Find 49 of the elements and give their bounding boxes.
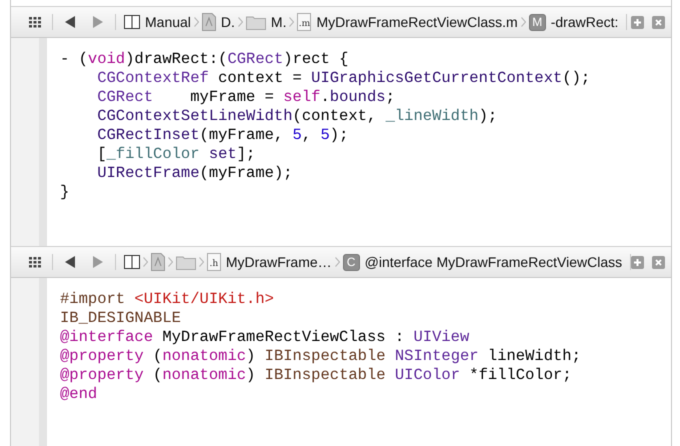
code-line: - (void)drawRect:(CGRect)rect { <box>60 50 348 69</box>
code-line: @property (nonatomic) IBInspectable UIColor *fillColor; <box>60 366 572 385</box>
chevron-icon <box>334 257 340 267</box>
document-icon <box>150 253 165 271</box>
code-line: IB_DESIGNABLE <box>60 309 181 328</box>
code-line: UIRectFrame(myFrame); <box>96 164 293 183</box>
code-line: @interface MyDrawFrameRectViewClass : UIView <box>60 328 470 347</box>
breadcrumb-item[interactable]: Manual <box>145 12 191 32</box>
code-line: #import <UIKit/UIKit.h> <box>60 290 274 309</box>
code-line: @property (nonatomic) IBInspectable NSInteger lineWidth; <box>60 347 581 366</box>
add-icon[interactable] <box>631 16 644 28</box>
forward-arrow-icon[interactable] <box>93 16 103 28</box>
chevron-icon <box>238 17 243 27</box>
close-icon[interactable] <box>652 16 665 28</box>
document-icon <box>202 13 216 31</box>
folder-icon <box>246 14 266 30</box>
code-line: CGContextSetLineWidth(context, _lineWidth); <box>96 107 498 126</box>
back-arrow-icon[interactable] <box>65 16 75 28</box>
breadcrumb-item[interactable]: MyDrawFrameRectViewClass.m <box>316 12 518 32</box>
code-line: CGContextRef context = UIGraphicsGetCurrentContext(); <box>96 69 590 88</box>
breadcrumb-item[interactable]: M. <box>270 12 286 32</box>
add-icon[interactable] <box>631 256 644 268</box>
chevron-icon <box>520 17 526 27</box>
chevron-icon <box>168 257 173 267</box>
folder-icon <box>176 254 196 270</box>
chevron-icon <box>289 17 294 27</box>
chevron-icon <box>194 17 199 27</box>
grid-icon[interactable] <box>29 16 42 28</box>
symbol-icon: C <box>342 254 360 270</box>
breadcrumb-item[interactable]: -drawRect: <box>550 12 618 32</box>
code-line: @end <box>60 385 98 404</box>
code-line: CGRect myFrame = self.bounds; <box>96 88 395 107</box>
file-icon: .m <box>297 13 312 31</box>
grid-icon[interactable] <box>29 256 42 268</box>
split-view-icon <box>124 15 140 29</box>
breadcrumb-item[interactable]: @interface MyDrawFrameRectViewClass <box>364 252 622 272</box>
code-line: CGRectInset(myFrame, 5, 5); <box>96 126 348 145</box>
code-line: } <box>60 183 70 202</box>
breadcrumb-item[interactable]: MyDrawFrame… <box>226 252 332 272</box>
chevron-icon <box>142 257 148 267</box>
file-icon: .h <box>206 253 221 271</box>
back-arrow-icon[interactable] <box>64 256 75 268</box>
forward-arrow-icon[interactable] <box>92 256 103 268</box>
chevron-icon <box>198 257 204 267</box>
code-line: [_fillColor set]; <box>96 145 256 164</box>
symbol-icon: M <box>528 14 546 30</box>
breadcrumb-item[interactable]: D. <box>220 12 235 32</box>
close-icon[interactable] <box>652 256 666 268</box>
split-view-icon <box>124 255 140 269</box>
